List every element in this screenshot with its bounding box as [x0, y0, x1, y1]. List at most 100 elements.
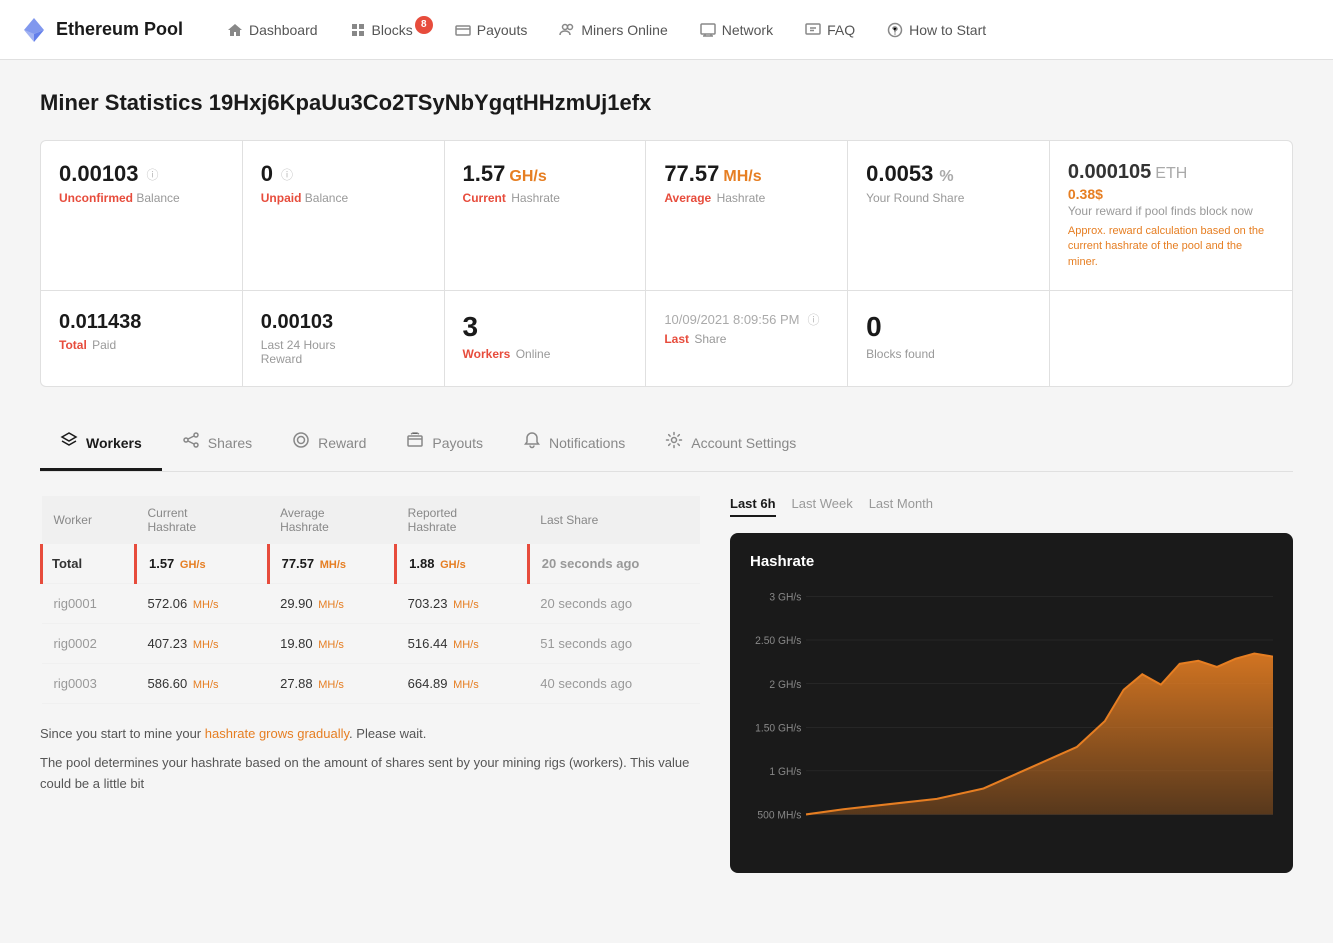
logo-text: Ethereum Pool: [56, 19, 183, 40]
unpaid-balance-value: 0: [261, 161, 273, 187]
last-share-info[interactable]: ⓘ: [807, 311, 819, 328]
round-share-value: 0.0053 %: [866, 161, 1031, 187]
note-1: Since you start to mine your hashrate gr…: [40, 724, 700, 745]
nav-network[interactable]: Network: [686, 14, 787, 46]
table-row: rig0001 572.06 MH/s 29.90 MH/s 703.23 MH…: [42, 584, 701, 624]
stat-current-hashrate: 1.57 GH/s Current Hashrate: [445, 141, 647, 290]
col-worker: Worker: [42, 496, 136, 544]
tab-account-settings[interactable]: Account Settings: [645, 417, 816, 471]
row2-average: 19.80 MH/s: [268, 624, 396, 664]
col-current-hashrate: CurrentHashrate: [135, 496, 268, 544]
svg-text:3 GH/s: 3 GH/s: [769, 591, 801, 604]
note-section: Since you start to mine your hashrate gr…: [40, 724, 700, 794]
nav-payouts[interactable]: Payouts: [441, 14, 542, 46]
row1-current: 572.06 MH/s: [135, 584, 268, 624]
svg-text:500 MH/s: 500 MH/s: [757, 809, 801, 822]
last24-label: Last 24 Hours Reward: [261, 338, 426, 366]
current-hashrate-value: 1.57 GH/s: [463, 161, 628, 187]
tab-notifications[interactable]: Notifications: [503, 417, 645, 471]
svg-text:2.50 GH/s: 2.50 GH/s: [755, 635, 802, 648]
eth-unit: ETH: [1155, 165, 1187, 183]
row2-last-share: 51 seconds ago: [528, 624, 700, 664]
tab-payouts[interactable]: Payouts: [386, 417, 503, 471]
stat-round-share: 0.0053 % Your Round Share: [848, 141, 1050, 290]
table-row-total: Total 1.57 GH/s 77.57 MH/s 1.88 GH/s: [42, 544, 701, 584]
workers-label: Workers Online: [463, 347, 628, 361]
row1-average: 29.90 MH/s: [268, 584, 396, 624]
ethereum-icon: [20, 16, 48, 44]
current-hashrate-label: Current Hashrate: [463, 191, 628, 205]
nav-miners-online[interactable]: Miners Online: [545, 14, 681, 46]
total-paid-label: Total Paid: [59, 338, 224, 352]
chart-fill: [806, 654, 1273, 815]
stats-row-2: 0.011438 Total Paid 0.00103 Last 24 Hour…: [40, 291, 1293, 387]
nav-dashboard[interactable]: Dashboard: [213, 14, 332, 46]
time-tab-lastweek[interactable]: Last Week: [792, 496, 853, 517]
row2-worker: rig0002: [42, 624, 136, 664]
svg-text:2 GH/s: 2 GH/s: [769, 678, 801, 691]
col-last-share: Last Share: [528, 496, 700, 544]
row1-worker: rig0001: [42, 584, 136, 624]
tab-shares[interactable]: Shares: [162, 417, 272, 471]
chart-area: 3 GH/s 2.50 GH/s 2 GH/s 1.50 GH/s 1 GH/s…: [750, 586, 1273, 856]
time-tab-last6h[interactable]: Last 6h: [730, 496, 776, 517]
chart-panel: Last 6h Last Week Last Month Hashrate: [730, 496, 1293, 873]
time-tab-lastmonth[interactable]: Last Month: [869, 496, 933, 517]
reward-label: Your reward if pool finds block now: [1068, 204, 1274, 218]
nav-how-to-start[interactable]: How to Start: [873, 14, 1000, 46]
blocks-badge: 8: [415, 16, 433, 34]
note-2: The pool determines your hashrate based …: [40, 753, 700, 795]
stat-average-hashrate: 77.57 MH/s Average Hashrate: [646, 141, 848, 290]
table-row: rig0003 586.60 MH/s 27.88 MH/s 664.89 MH…: [42, 664, 701, 704]
svg-text:1.50 GH/s: 1.50 GH/s: [755, 722, 802, 735]
blocks-icon: [350, 22, 366, 38]
layers-icon: [60, 431, 78, 454]
total-paid-value: 0.011438: [59, 311, 224, 334]
gear-icon: [665, 431, 683, 454]
approx-text: Approx. reward calculation based on the …: [1068, 224, 1274, 270]
unconfirmed-balance-info[interactable]: ⓘ: [147, 166, 159, 183]
stat-eth-reward: 0.000105 ETH 0.38$ Your reward if pool f…: [1050, 141, 1292, 290]
logo[interactable]: Ethereum Pool: [20, 16, 183, 44]
network-icon: [700, 22, 716, 38]
table-row: rig0002 407.23 MH/s 19.80 MH/s 516.44 MH…: [42, 624, 701, 664]
stat-last-share: 10/09/2021 8:09:56 PM ⓘ Last Share: [646, 291, 848, 386]
unpaid-balance-info[interactable]: ⓘ: [281, 166, 293, 183]
nav-blocks[interactable]: Blocks 8: [336, 14, 437, 46]
row3-reported: 664.89 MH/s: [396, 664, 529, 704]
row1-reported: 703.23 MH/s: [396, 584, 529, 624]
row1-last-share: 20 seconds ago: [528, 584, 700, 624]
wallet-icon: [406, 431, 424, 454]
reward-icon: [292, 431, 310, 454]
col-average-hashrate: AverageHashrate: [268, 496, 396, 544]
last-share-label: Last Share: [664, 332, 829, 346]
hashrate-chart: Hashrate 3 GH/s 2.50 GH/s 2 GH/s: [730, 533, 1293, 873]
stat-workers-online: 3 Workers Online: [445, 291, 647, 386]
stat-last24-reward: 0.00103 Last 24 Hours Reward: [243, 291, 445, 386]
stats-row-1: 0.00103 ⓘ Unconfirmed Balance 0 ⓘ Unpaid…: [40, 140, 1293, 291]
chart-svg: 3 GH/s 2.50 GH/s 2 GH/s 1.50 GH/s 1 GH/s…: [750, 586, 1273, 856]
last24-value: 0.00103: [261, 311, 426, 334]
tab-workers[interactable]: Workers: [40, 417, 162, 471]
row2-current: 407.23 MH/s: [135, 624, 268, 664]
blocks-found-value: 0: [866, 311, 1031, 343]
unpaid-balance-label: Unpaid Balance: [261, 191, 426, 205]
workers-value: 3: [463, 311, 628, 343]
last-share-value: 10/09/2021 8:09:56 PM: [664, 312, 799, 327]
stat-blocks-found: 0 Blocks found: [848, 291, 1050, 386]
hashrate-link[interactable]: hashrate grows gradually: [205, 726, 349, 741]
chart-title: Hashrate: [750, 553, 1273, 570]
stat-unpaid-balance: 0 ⓘ Unpaid Balance: [243, 141, 445, 290]
total-last-share: 20 seconds ago: [528, 544, 700, 584]
row3-worker: rig0003: [42, 664, 136, 704]
average-hashrate-value: 77.57 MH/s: [664, 161, 829, 187]
tab-reward[interactable]: Reward: [272, 417, 386, 471]
stat-total-paid: 0.011438 Total Paid: [41, 291, 243, 386]
total-average: 77.57 MH/s: [268, 544, 396, 584]
shares-icon: [182, 431, 200, 454]
workers-table: Worker CurrentHashrate AverageHashrate R…: [40, 496, 700, 704]
nav-faq[interactable]: FAQ: [791, 14, 869, 46]
total-worker: Total: [42, 544, 136, 584]
faq-icon: [805, 22, 821, 38]
svg-text:1 GH/s: 1 GH/s: [769, 766, 801, 779]
